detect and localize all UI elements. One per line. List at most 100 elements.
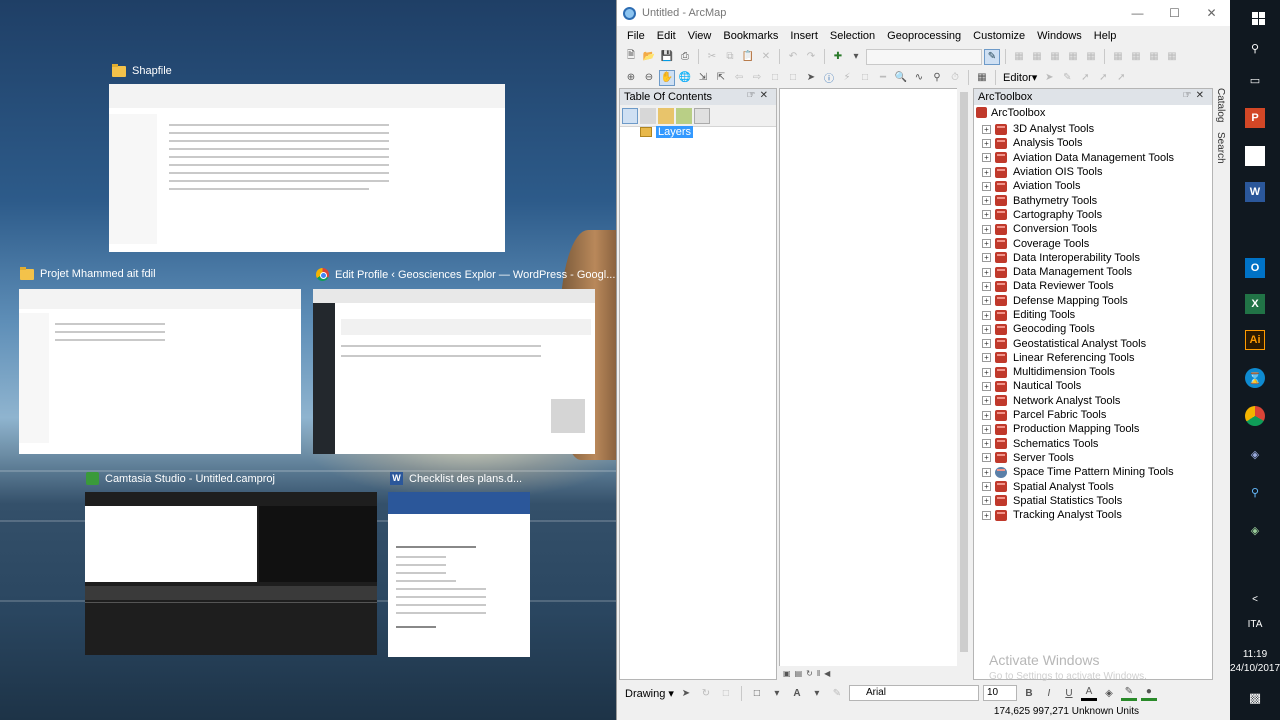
add-data-icon[interactable]: ✚ <box>830 49 846 65</box>
powerpoint-icon[interactable]: P <box>1245 108 1265 128</box>
chrome-icon[interactable] <box>1245 406 1265 426</box>
fill-color-icon[interactable]: ◈ <box>1101 685 1117 701</box>
expand-icon[interactable]: + <box>982 224 991 234</box>
toolbox-item[interactable]: + Analysis Tools <box>978 136 1212 150</box>
expand-icon[interactable]: + <box>982 467 991 477</box>
toolbar-icon[interactable]: ▦ <box>1011 49 1027 65</box>
layout-view-icon[interactable]: ▤ <box>795 669 803 678</box>
clear-selection-icon[interactable]: □ <box>785 70 801 86</box>
pan-icon[interactable]: ✋ <box>659 69 675 86</box>
rectangle-icon[interactable]: □ <box>749 685 765 701</box>
list-by-visibility-icon[interactable] <box>658 107 674 124</box>
toolbox-item[interactable]: + Data Interoperability Tools <box>978 251 1212 265</box>
input-language[interactable]: ITA <box>1230 619 1280 630</box>
toolbar-icon[interactable]: ▦ <box>1128 49 1144 65</box>
new-document-icon[interactable]: 🗎 <box>623 49 639 65</box>
zoom-to-selected-icon[interactable]: □ <box>718 685 734 701</box>
bold-icon[interactable]: B <box>1021 685 1037 701</box>
measure-icon[interactable]: ━ <box>875 70 891 86</box>
outlook-icon[interactable]: O <box>1245 258 1265 278</box>
line-color-icon[interactable]: ✎ <box>1120 685 1137 701</box>
pause-drawing-icon[interactable]: ‖ <box>817 669 820 678</box>
toolbox-item[interactable]: + Cartography Tools <box>978 208 1212 222</box>
toolbox-item[interactable]: + Parcel Fabric Tools <box>978 408 1212 422</box>
straight-segment-icon[interactable]: ➚ <box>1077 70 1093 86</box>
expand-icon[interactable]: + <box>982 496 991 506</box>
expand-icon[interactable]: + <box>982 439 991 449</box>
undo-icon[interactable]: ↶ <box>785 49 801 65</box>
taskview-window-title[interactable]: W Checklist des plans.d... <box>390 472 522 485</box>
toolbox-item[interactable]: + Spatial Statistics Tools <box>978 494 1212 508</box>
title-bar[interactable]: Untitled - ArcMap — ☐ ✕ <box>617 0 1230 26</box>
save-icon[interactable]: 💾 <box>659 49 675 65</box>
taskview-window-title[interactable]: Camtasia Studio - Untitled.camproj <box>86 472 275 485</box>
toolbar-icon[interactable]: ▦ <box>1029 49 1045 65</box>
taskview-window-title[interactable]: Projet Mhammed ait fdil <box>20 266 156 280</box>
toolbox-item[interactable]: + Aviation Data Management Tools <box>978 151 1212 165</box>
toolbar-icon[interactable]: ▦ <box>1083 49 1099 65</box>
document-icon[interactable] <box>1245 146 1265 166</box>
map-horizontal-scrollbar[interactable]: ▣ ▤ ↻ ‖ ◀ <box>779 666 971 680</box>
forward-extent-icon[interactable]: ⇨ <box>749 70 765 86</box>
toolbox-item[interactable]: + Data Management Tools <box>978 265 1212 279</box>
toolbar-icon[interactable]: ▦ <box>1065 49 1081 65</box>
expand-icon[interactable]: + <box>982 339 991 349</box>
taskview-window-title[interactable]: Shapfile <box>112 63 172 77</box>
paste-icon[interactable]: 📋 <box>740 49 756 65</box>
toc-close-icon[interactable]: ✕ <box>760 90 772 101</box>
menu-view[interactable]: View <box>682 30 718 42</box>
zoom-in-icon[interactable]: ⊕ <box>623 70 639 86</box>
menu-bookmarks[interactable]: Bookmarks <box>717 30 784 42</box>
clock-date[interactable]: 24/10/2017 <box>1230 663 1280 674</box>
expand-icon[interactable]: + <box>982 153 991 163</box>
toolbox-item[interactable]: + Linear Referencing Tools <box>978 351 1212 365</box>
menu-insert[interactable]: Insert <box>784 30 824 42</box>
scroll-thumb[interactable] <box>960 92 968 652</box>
identify-icon[interactable]: ⓘ <box>821 70 837 86</box>
toolbox-item[interactable]: + Aviation Tools <box>978 179 1212 193</box>
font-color-icon[interactable]: A <box>1080 685 1097 701</box>
open-icon[interactable]: 📂 <box>641 49 657 65</box>
arctoolbox-root[interactable]: ArcToolbox <box>974 105 1212 120</box>
expand-icon[interactable]: + <box>982 124 991 134</box>
menu-geoprocessing[interactable]: Geoprocessing <box>881 30 967 42</box>
toolbox-item[interactable]: + Spatial Analyst Tools <box>978 479 1212 493</box>
expand-icon[interactable]: + <box>982 253 991 263</box>
expand-icon[interactable]: + <box>982 281 991 291</box>
pin-icon[interactable]: ☞ <box>1183 90 1196 101</box>
search-tab[interactable]: Search <box>1215 132 1226 164</box>
fixed-zoom-in-icon[interactable]: ⇲ <box>695 70 711 86</box>
map-view[interactable] <box>779 88 971 668</box>
list-by-drawing-order-icon[interactable] <box>622 107 638 124</box>
expand-icon[interactable]: + <box>982 482 991 492</box>
go-to-xy-icon[interactable]: ⚲ <box>929 70 945 86</box>
word-icon[interactable]: W <box>1245 182 1265 202</box>
back-extent-icon[interactable]: ⇦ <box>731 70 747 86</box>
editor-menu-icon[interactable]: ▦ <box>974 70 990 86</box>
toolbox-item[interactable]: + Bathymetry Tools <box>978 193 1212 207</box>
menu-selection[interactable]: Selection <box>824 30 881 42</box>
minimize-button[interactable]: — <box>1119 0 1156 26</box>
editor-dropdown[interactable]: Editor▾ <box>1001 71 1039 84</box>
list-by-selection-icon[interactable] <box>676 107 692 124</box>
show-hidden-icons-icon[interactable]: < <box>1230 594 1280 605</box>
taskview-thumbnail-shapfile[interactable] <box>109 84 505 252</box>
illustrator-icon[interactable]: Ai <box>1245 330 1265 350</box>
expand-icon[interactable]: + <box>982 510 991 520</box>
app-icon[interactable]: ⌛ <box>1245 368 1265 388</box>
font-select[interactable]: Arial <box>848 685 979 701</box>
arctoolbox-close-icon[interactable]: ✕ <box>1196 90 1208 101</box>
expand-icon[interactable]: + <box>982 196 991 206</box>
toolbar-icon[interactable]: ▦ <box>1047 49 1063 65</box>
find-route-icon[interactable]: ∿ <box>911 70 927 86</box>
expand-icon[interactable]: + <box>982 424 991 434</box>
drawing-menu[interactable]: Drawing ▾ <box>625 687 674 700</box>
toolbox-item[interactable]: + Aviation OIS Tools <box>978 165 1212 179</box>
expand-icon[interactable]: + <box>982 453 991 463</box>
copy-icon[interactable]: ⧉ <box>722 49 738 65</box>
delete-icon[interactable]: ✕ <box>758 49 774 65</box>
clock-time[interactable]: 11:19 <box>1230 649 1280 660</box>
expand-icon[interactable]: + <box>982 381 991 391</box>
italic-icon[interactable]: I <box>1041 685 1057 701</box>
menu-file[interactable]: File <box>621 30 651 42</box>
